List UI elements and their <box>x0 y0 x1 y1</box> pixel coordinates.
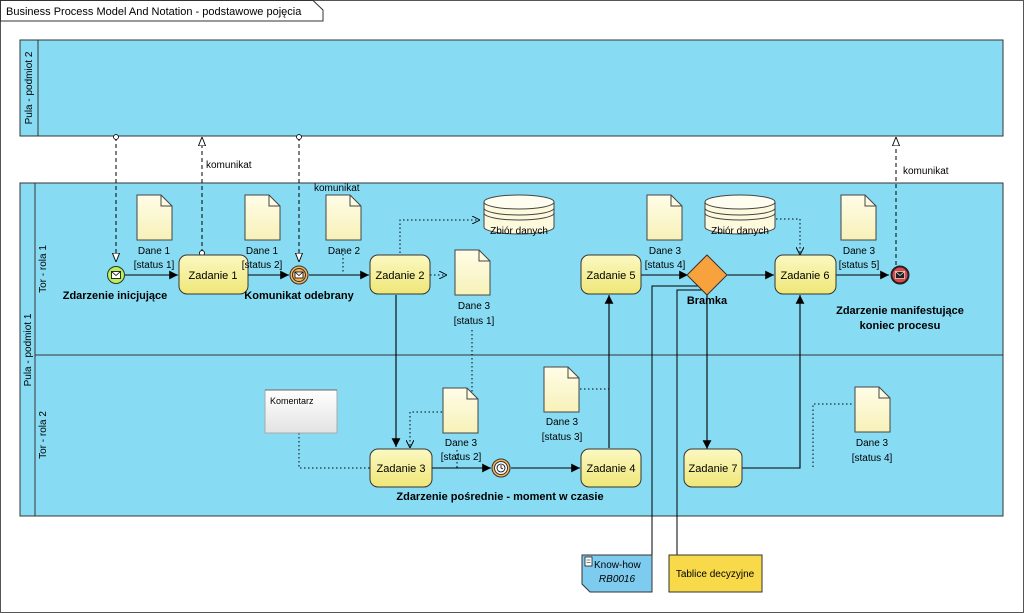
d3d-state: [status 4] <box>645 260 686 271</box>
data-object-d3b[interactable] <box>442 387 479 434</box>
task-6-label: Zadanie 6 <box>781 270 830 282</box>
comment-text: Komentarz <box>270 396 314 406</box>
d1b-state: [status 2] <box>242 260 283 271</box>
data-store-1-label: Zbiór danych <box>490 226 548 237</box>
task-1[interactable]: Zadanie 1 <box>178 254 249 295</box>
data-object-d3e[interactable] <box>854 386 891 433</box>
task-2[interactable]: Zadanie 2 <box>369 254 431 295</box>
d3c-state: [status 3] <box>542 432 583 443</box>
task-3-label: Zadanie 3 <box>377 463 426 475</box>
d3d-name: Dane 3 <box>649 246 682 257</box>
data-object-d3f[interactable] <box>840 194 877 241</box>
d3a-name: Dane 3 <box>458 301 491 312</box>
pool-1-label: Pula - podmiot 1 <box>23 313 34 386</box>
d3f-name: Dane 3 <box>843 246 876 257</box>
data-store-1[interactable]: Zbiór danych <box>483 194 555 237</box>
d1-state: [status 1] <box>134 260 175 271</box>
task-5[interactable]: Zadanie 5 <box>580 254 642 295</box>
end-event-label-1: Zdarzenie manifestujące <box>836 305 964 317</box>
data-store-2[interactable]: Zbiór danych <box>704 194 776 237</box>
data-object-d2[interactable] <box>325 194 362 241</box>
data-object-d3c[interactable] <box>543 366 580 413</box>
task-7-label: Zadanie 7 <box>689 463 738 475</box>
start-event[interactable] <box>107 266 125 284</box>
lane-1-label: Tor - rola 1 <box>38 245 49 293</box>
task-5-label: Zadanie 5 <box>587 270 636 282</box>
d1-name: Dane 1 <box>138 246 171 257</box>
message-received-label: Komunikat odebrany <box>244 290 354 302</box>
timer-event-label: Zdarzenie pośrednie - moment w czasie <box>396 491 603 503</box>
data-object-d3d[interactable] <box>646 194 683 241</box>
d3a-state: [status 1] <box>454 316 495 327</box>
d3e-name: Dane 3 <box>856 438 889 449</box>
data-object-d3a[interactable] <box>454 249 491 296</box>
end-event[interactable] <box>890 265 910 285</box>
decision-tables-note[interactable]: Tablice decyzyjne <box>668 554 763 593</box>
comment-box[interactable]: Komentarz <box>264 389 338 434</box>
end-event-label-2: koniec procesu <box>860 320 941 332</box>
message-label-1: komunikat <box>206 160 252 171</box>
bpmn-diagram: Business Process Model And Notation - po… <box>0 0 1024 613</box>
knowhow-title: Know-how <box>594 560 641 571</box>
data-object-d1b[interactable] <box>244 194 281 241</box>
lane-2-label: Tor - rola 2 <box>38 411 49 459</box>
d3c-name: Dane 3 <box>546 417 579 428</box>
task-3[interactable]: Zadanie 3 <box>369 448 433 488</box>
timer-event[interactable] <box>491 458 511 478</box>
task-7[interactable]: Zadanie 7 <box>683 448 743 488</box>
message-label-2: komunikat <box>314 183 360 194</box>
task-4-label: Zadanie 4 <box>587 463 636 475</box>
task-6[interactable]: Zadanie 6 <box>774 254 837 295</box>
pool-2-label: Pula - podmiot 2 <box>24 51 35 124</box>
knowhow-note[interactable]: Know-how RB0016 <box>581 554 653 593</box>
knowhow-code: RB0016 <box>599 574 636 585</box>
d2-name: Dane 2 <box>328 246 361 257</box>
task-1-label: Zadanie 1 <box>189 270 238 282</box>
frame-title: Business Process Model And Notation - po… <box>6 6 302 18</box>
data-store-2-label: Zbiór danych <box>711 226 769 237</box>
d3b-state: [status 2] <box>441 452 482 463</box>
decision-tables-label: Tablice decyzyjne <box>676 569 755 580</box>
data-object-d1[interactable] <box>136 194 173 241</box>
pool-2[interactable]: Pula - podmiot 2 <box>19 39 1004 137</box>
d3f-state: [status 5] <box>839 260 880 271</box>
d1b-name: Dane 1 <box>246 246 279 257</box>
gateway-label: Bramka <box>687 295 728 307</box>
start-event-label: Zdarzenie inicjujące <box>63 290 168 302</box>
message-label-3: komunikat <box>903 166 949 177</box>
d3e-state: [status 4] <box>852 453 893 464</box>
document-icon <box>584 556 593 567</box>
task-2-label: Zadanie 2 <box>376 270 425 282</box>
message-received-event[interactable] <box>289 265 309 285</box>
d3b-name: Dane 3 <box>445 438 478 449</box>
task-4[interactable]: Zadanie 4 <box>580 448 642 488</box>
